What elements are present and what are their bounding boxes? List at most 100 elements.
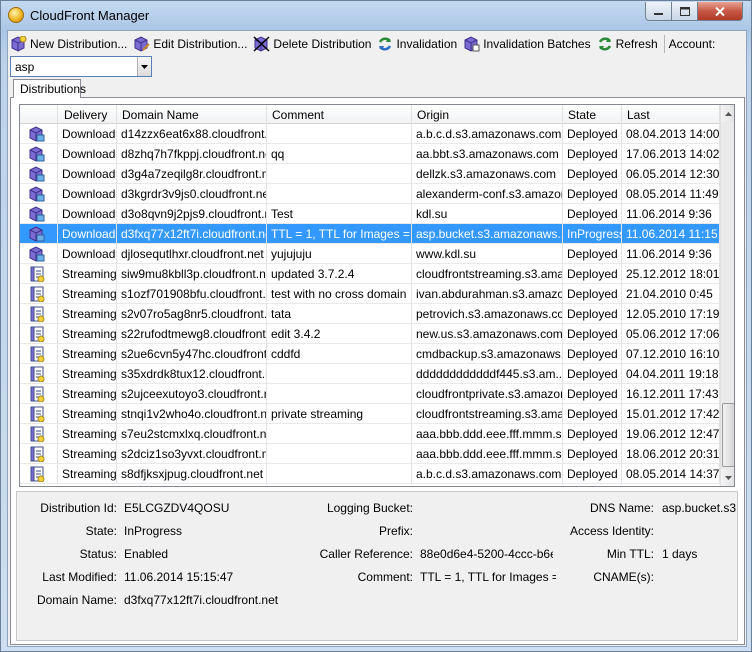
distributions-panel: Delivery Domain Name Comment Origin Stat… [10, 97, 745, 645]
domain-name-value: d3fxq77x12ft7i.cloudfront.net [124, 593, 279, 607]
cell-origin: aaa.bbb.ddd.eee.fff.mmm.s... [412, 444, 563, 464]
table-row[interactable]: Streaming s2dciz1so3yvxt.cloudfront.net aa… [20, 444, 720, 464]
table-row[interactable]: Download d3o8qvn9j2pjs9.cloudfront.net Tes… [20, 204, 720, 224]
column-header-comment[interactable]: Comment [267, 105, 412, 124]
min-ttl-label: Min TTL: [606, 547, 654, 561]
streaming-distribution-icon [20, 424, 58, 444]
column-header-last[interactable]: Last [622, 105, 720, 124]
chevron-down-icon [725, 475, 732, 480]
table-row[interactable]: Streamings22rufodtmewg8.cloudfront.neted… [20, 324, 720, 344]
minimize-icon [654, 12, 663, 15]
invalidation-button[interactable]: Invalidation [375, 33, 461, 55]
minimize-button[interactable] [645, 2, 672, 21]
download-distribution-icon [20, 124, 58, 144]
table-row[interactable]: Streaming s2ujceexutoyo3.cloudfront.net cl… [20, 384, 720, 404]
account-combo[interactable]: asp [10, 56, 152, 77]
scroll-up-button[interactable] [721, 105, 734, 122]
table-row[interactable]: Streaming stnqi1v2who4o.cloudfront.net pri… [20, 404, 720, 424]
tab-distributions[interactable]: Distributions [13, 79, 86, 98]
cell-delivery: Download [58, 244, 117, 264]
cell-delivery: Download [58, 124, 117, 144]
cell-delivery: Streaming [58, 324, 117, 344]
scroll-down-button[interactable] [721, 469, 734, 486]
refresh-button[interactable]: Refresh [595, 33, 662, 55]
cell-origin: cloudfrontstreaming.s3.ama... [412, 264, 563, 284]
delete-distribution-button[interactable]: Delete Distribution [251, 33, 375, 55]
edit-distribution-button[interactable]: Edit Distribution... [131, 33, 251, 55]
column-header-state[interactable]: State [563, 105, 622, 124]
cell-state: InProgress [563, 224, 622, 244]
cell-last: 16.12.2011 17:43 [622, 384, 720, 404]
cell-delivery: Streaming [58, 284, 117, 304]
table-row[interactable]: Streaming s1ozf701908bfu.cloudfront.net te… [20, 284, 720, 304]
column-header-origin[interactable]: Origin [412, 105, 563, 124]
cell-state: Deployed [563, 264, 622, 284]
toolbar-separator [663, 34, 665, 53]
streaming-distribution-icon [20, 344, 58, 364]
distribution-id-value: E5LCGZDV4QOSU [124, 501, 230, 515]
table-row[interactable]: Download d3fxq77x12ft7i.cloudfront.net TTL… [20, 224, 720, 244]
maximize-button[interactable] [671, 2, 698, 21]
cell-last: 08.05.2014 11:49 [622, 184, 720, 204]
cell-last: 11.06.2014 9:36 [622, 204, 720, 224]
column-header-domain-name[interactable]: Domain Name [117, 105, 267, 124]
cell-last: 11.06.2014 9:36 [622, 244, 720, 264]
account-label: Account: [667, 33, 720, 55]
close-button[interactable] [697, 2, 743, 21]
account-label-text: Account: [668, 36, 716, 51]
cell-state: Deployed [563, 384, 622, 404]
column-header-icon[interactable] [20, 105, 58, 124]
refresh-label: Refresh [615, 36, 658, 51]
cell-last: 25.12.2012 18:01 [622, 264, 720, 284]
cell-comment: TTL = 1, TTL for Images = 5 [267, 224, 412, 244]
streaming-distribution-icon [20, 444, 58, 464]
scroll-thumb[interactable] [722, 403, 734, 467]
prefix-label: Prefix: [378, 524, 413, 538]
invalidation-batches-button[interactable]: Invalidation Batches [461, 33, 594, 55]
table-row[interactable]: Download d8zhq7h7fkppj.cloudfront.net qq aa… [20, 144, 720, 164]
download-distribution-icon [20, 244, 58, 264]
cell-domain-name: siw9mu8kbll3p.cloudfront.net [117, 264, 267, 284]
cell-delivery: Streaming [58, 384, 117, 404]
cell-comment [267, 464, 412, 484]
cell-last: 08.04.2013 14:00 [622, 124, 720, 144]
logging-bucket-label: Logging Bucket: [326, 501, 413, 515]
status-value: Enabled [124, 547, 169, 561]
streaming-distribution-icon [20, 304, 58, 324]
table-row[interactable]: Streaming s35xdrdk8tux12.cloudfront.net dd… [20, 364, 720, 384]
table-row[interactable]: Download d3g4a7zeqilg8r.cloudfront.net del… [20, 164, 720, 184]
state-value: InProgress [124, 524, 183, 538]
table-row[interactable]: Streamings2ue6cvn5y47hc.cloudfront.netcd… [20, 344, 720, 364]
grid-header: Delivery Domain Name Comment Origin Stat… [20, 105, 720, 124]
table-row[interactable]: Streaming s7eu2stcmxlxq.cloudfront.net aaa… [20, 424, 720, 444]
cell-domain-name: s2v07ro5ag8nr5.cloudfront.net [117, 304, 267, 324]
cell-domain-name: d3g4a7zeqilg8r.cloudfront.net [117, 164, 267, 184]
table-row[interactable]: Streaming siw9mu8kbll3p.cloudfront.net upd… [20, 264, 720, 284]
toolbar: New Distribution... Edit Distribution...… [8, 31, 746, 56]
cell-last: 15.01.2012 17:42 [622, 404, 720, 424]
cell-comment [267, 444, 412, 464]
account-combo-dropdown-button[interactable] [137, 57, 151, 76]
cell-origin: asp.bucket.s3.amazonaws.... [412, 224, 563, 244]
table-row[interactable]: Downloadd14zzx6eat6x88.cloudfront.net a.b… [20, 124, 720, 144]
dns-name-label: DNS Name: [589, 501, 654, 515]
cell-state: Deployed [563, 324, 622, 344]
table-row[interactable]: Download d3kgrdr3v9js0.cloudfront.net alex… [20, 184, 720, 204]
cell-domain-name: s7eu2stcmxlxq.cloudfront.net [117, 424, 267, 444]
table-row[interactable]: Download djlosequtlhxr.cloudfront.net yuju… [20, 244, 720, 264]
cell-comment: private streaming [267, 404, 412, 424]
table-row[interactable]: Streaming s8dfjksxjpug.cloudfront.net a.b.… [20, 464, 720, 484]
comment-value: TTL = 1, TTL for Images = 5 [420, 570, 556, 584]
new-distribution-icon [11, 35, 27, 52]
window-title: CloudFront Manager [30, 8, 150, 23]
cell-state: Deployed [563, 424, 622, 444]
cell-domain-name: s2dciz1so3yvxt.cloudfront.net [117, 444, 267, 464]
column-header-delivery[interactable]: Delivery [58, 105, 117, 124]
cell-state: Deployed [563, 124, 622, 144]
cell-origin: ddddddddddddf445.s3.am... [412, 364, 563, 384]
title-bar[interactable]: CloudFront Manager [1, 1, 751, 29]
new-distribution-button[interactable]: New Distribution... [8, 33, 131, 55]
distributions-grid[interactable]: Delivery Domain Name Comment Origin Stat… [19, 104, 735, 487]
table-row[interactable]: Streamings2v07ro5ag8nr5.cloudfront.netta… [20, 304, 720, 324]
grid-vertical-scrollbar[interactable] [720, 105, 734, 486]
